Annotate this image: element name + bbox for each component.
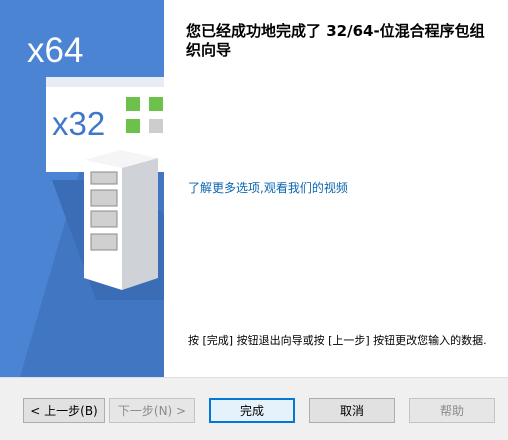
green-tile-icon bbox=[126, 119, 140, 133]
wizard-content: 您已经成功地完成了 32/64-位混合程序包组织向导 了解更多选项,观看我们的视… bbox=[164, 0, 508, 377]
banner-illustration: x64 x32 bbox=[0, 0, 164, 377]
back-button[interactable]: < 上一步(B) bbox=[23, 398, 105, 423]
learn-more-link[interactable]: 了解更多选项,观看我们的视频 bbox=[188, 179, 348, 196]
green-tile-icon bbox=[126, 97, 140, 111]
help-button[interactable]: 帮助 bbox=[409, 398, 495, 423]
cancel-button[interactable]: 取消 bbox=[309, 398, 395, 423]
page-title: 您已经成功地完成了 32/64-位混合程序包组织向导 bbox=[186, 22, 485, 59]
wizard-banner: x64 x32 bbox=[0, 0, 164, 377]
finish-button[interactable]: 完成 bbox=[209, 398, 295, 423]
wizard-window: x64 x32 您已经成功地完成了 32/64-位混合程序包组织向导 了解更多选… bbox=[0, 0, 508, 440]
gray-tile-icon bbox=[149, 119, 163, 133]
instruction-text: 按 [完成] 按钮退出向导或按 [上一步] 按钮更改您输入的数据. bbox=[188, 334, 487, 347]
button-bar: < 上一步(B) 下一步(N) > 完成 取消 帮助 bbox=[0, 377, 508, 440]
server-box-icon bbox=[84, 150, 158, 290]
green-tile-icon bbox=[149, 97, 163, 111]
x32-label: x32 bbox=[52, 105, 105, 142]
next-button[interactable]: 下一步(N) > bbox=[109, 398, 195, 423]
x64-label: x64 bbox=[27, 31, 83, 70]
